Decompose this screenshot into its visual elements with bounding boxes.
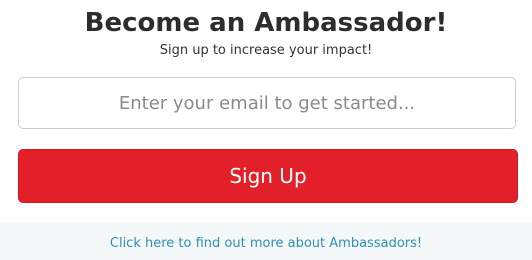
learn-more-link[interactable]: Click here to find out more about Ambass… — [0, 235, 532, 253]
email-field[interactable] — [18, 77, 516, 129]
page-subtitle: Sign up to increase your impact! — [159, 43, 373, 58]
page-title: Become an Ambassador! — [84, 8, 448, 38]
signup-button[interactable]: Sign Up — [18, 149, 518, 203]
